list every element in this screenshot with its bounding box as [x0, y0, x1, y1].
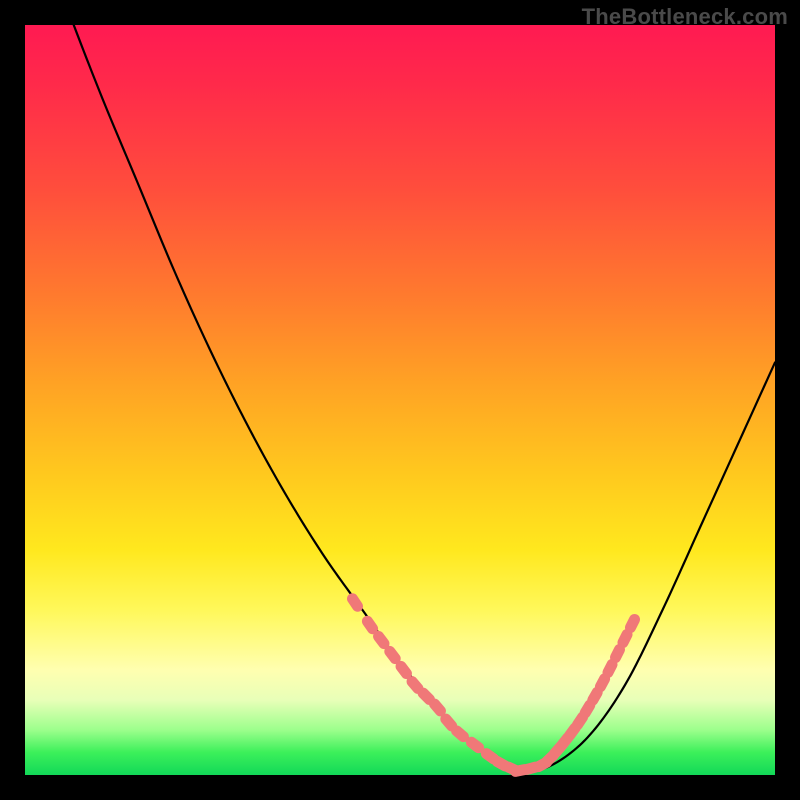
curve-layer: [25, 25, 775, 775]
marker-cluster-left: [345, 591, 524, 778]
chart-frame: TheBottleneck.com: [0, 0, 800, 800]
plot-area: [25, 25, 775, 775]
watermark-text: TheBottleneck.com: [582, 4, 788, 30]
marker-cluster-right: [509, 612, 642, 778]
bottleneck-curve: [25, 0, 775, 771]
